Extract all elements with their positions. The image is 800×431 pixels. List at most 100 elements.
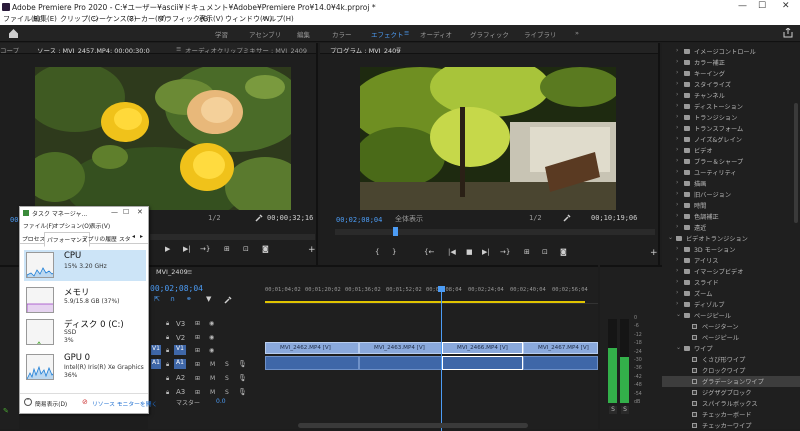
workspace-menu-icon[interactable]: ≡: [404, 29, 409, 37]
effect-item[interactable]: クロックワイプ: [662, 365, 800, 376]
source-add-button[interactable]: +: [308, 245, 316, 255]
home-icon[interactable]: [9, 29, 18, 38]
effects-folder[interactable]: › 時間: [662, 200, 800, 211]
tm-menu-options[interactable]: オプション(O): [53, 221, 91, 230]
sync-icon[interactable]: ⊞: [195, 320, 200, 327]
chevron-right-icon[interactable]: ›: [676, 212, 678, 219]
chevron-right-icon[interactable]: ›: [676, 80, 678, 87]
track-label-a2[interactable]: A2: [176, 374, 185, 382]
sync-icon[interactable]: ⊞: [195, 375, 200, 382]
microphone-icon[interactable]: 🎙︎: [238, 374, 247, 382]
program-scrubber[interactable]: [335, 227, 655, 236]
minimize-button[interactable]: —: [738, 1, 747, 11]
chevron-right-icon[interactable]: ›: [676, 47, 678, 54]
wrench-icon[interactable]: [255, 214, 263, 222]
perf-item-gpu[interactable]: GPU 0 Intel(R) Iris(R) Xe Graphics 36%: [24, 352, 146, 383]
sync-icon[interactable]: ⊞: [195, 347, 200, 354]
chevron-right-icon[interactable]: ›: [676, 278, 678, 285]
chevron-right-icon[interactable]: ›: [676, 256, 678, 263]
chevron-right-icon[interactable]: ›: [676, 201, 678, 208]
source-tab-menu-icon[interactable]: ≡: [176, 45, 181, 53]
workspace-more[interactable]: »: [575, 29, 579, 37]
marker-icon[interactable]: ▼: [206, 295, 211, 303]
effects-folder[interactable]: › チャンネル: [662, 90, 800, 101]
tm-tab-processes[interactable]: プロセス: [22, 234, 45, 243]
chevron-right-icon[interactable]: ›: [676, 113, 678, 120]
program-playhead[interactable]: [393, 227, 398, 236]
program-fit-select[interactable]: 全体表示: [395, 214, 423, 224]
workspace-graphics[interactable]: グラフィック: [470, 29, 509, 39]
chevron-right-icon[interactable]: ›: [676, 179, 678, 186]
effects-folder[interactable]: › イマーシブビデオ: [662, 266, 800, 277]
video-clip[interactable]: MVI_2462.MP4 [V]: [265, 342, 359, 354]
effects-folder[interactable]: › アイリス: [662, 255, 800, 266]
playhead-handle[interactable]: [438, 286, 445, 292]
chevron-right-icon[interactable]: ›: [676, 300, 678, 307]
program-timecode-left[interactable]: 00;02;08;04: [336, 216, 382, 224]
mute-button[interactable]: M: [210, 361, 215, 368]
video-clip[interactable]: MVI_2467.MP4 [V]: [523, 342, 598, 354]
menu-view[interactable]: 表示(V): [199, 14, 223, 24]
track-label-v2[interactable]: V2: [176, 334, 185, 342]
source-scrubber[interactable]: [150, 234, 315, 240]
chevron-right-icon[interactable]: ›: [676, 168, 678, 175]
chevron-right-icon[interactable]: ›: [676, 102, 678, 109]
track-label-a3[interactable]: A3: [176, 388, 185, 396]
effects-scrollbar[interactable]: [794, 103, 798, 223]
extract-button[interactable]: ⊡: [542, 248, 548, 256]
workspace-effects[interactable]: エフェクト: [371, 29, 404, 39]
open-resource-monitor-link[interactable]: リソース モニターを開く: [92, 399, 157, 408]
workspace-assembly[interactable]: アセンブリ: [249, 29, 281, 39]
effects-folder[interactable]: ⌄ ワイプ: [662, 343, 800, 354]
chevron-right-icon[interactable]: ›: [676, 58, 678, 65]
chevron-right-icon[interactable]: ›: [676, 146, 678, 153]
snap-icon[interactable]: ∩: [170, 295, 175, 303]
program-tab[interactable]: プログラム : MVI_2409: [330, 45, 400, 53]
effects-folder[interactable]: › ディストーション: [662, 101, 800, 112]
program-stop-button[interactable]: ■: [466, 248, 473, 256]
eye-icon[interactable]: ◉: [209, 320, 214, 327]
audio-clip[interactable]: [265, 356, 359, 370]
effects-folder[interactable]: › ノイズ&グレイン: [662, 134, 800, 145]
workspace-editing[interactable]: 編集: [297, 29, 310, 39]
effects-folder[interactable]: › ビデオ: [662, 145, 800, 156]
source-fit-select[interactable]: 1/2: [208, 214, 221, 222]
workspace-learning[interactable]: 学習: [215, 29, 228, 39]
tab-scroll-right-icon[interactable]: ▸: [140, 233, 143, 240]
menu-help[interactable]: ヘルプ(H): [262, 14, 294, 24]
lock-icon[interactable]: 🔒︎: [166, 347, 169, 355]
maximize-button[interactable]: ☐: [758, 1, 766, 11]
effects-folder[interactable]: › カラー補正: [662, 57, 800, 68]
effect-item[interactable]: スパイラルボックス: [662, 398, 800, 409]
effects-folder[interactable]: › 描画: [662, 178, 800, 189]
tm-minimize-button[interactable]: —: [111, 208, 118, 216]
tm-tab-startup[interactable]: スタ: [119, 234, 131, 243]
source-overwrite-button[interactable]: ⊡: [243, 245, 249, 253]
effects-folder[interactable]: › ブラー＆シャープ: [662, 156, 800, 167]
audio-clip-mixer-tab[interactable]: オーディオクリップミキサー : MVI_2409: [185, 45, 307, 53]
lock-icon[interactable]: 🔒︎: [166, 389, 169, 397]
tm-menu-view[interactable]: 表示(V): [90, 221, 110, 230]
lock-icon[interactable]: 🔒︎: [166, 320, 169, 328]
camera-icon[interactable]: ◙: [560, 248, 567, 256]
effects-folder[interactable]: › 色調補正: [662, 211, 800, 222]
source-tab[interactable]: ソース : MVI_2457.MP4: 00;00;30;0: [37, 45, 150, 53]
close-button[interactable]: ✕: [782, 1, 790, 11]
step-back-button[interactable]: |◀: [448, 248, 456, 256]
lock-icon[interactable]: 🔒︎: [166, 375, 169, 383]
timeline-tab[interactable]: MVI_2409: [156, 268, 188, 276]
audio-clip[interactable]: [442, 356, 523, 370]
linked-selection-icon[interactable]: ⚭: [186, 295, 192, 303]
effect-item[interactable]: くさび形ワイプ: [662, 354, 800, 365]
tm-tab-app-history[interactable]: アプリの履歴: [82, 234, 117, 243]
work-area-bar[interactable]: [265, 301, 585, 303]
timeline-horizontal-scrollbar[interactable]: [298, 423, 528, 428]
effects-folder[interactable]: › ディゾルブ: [662, 299, 800, 310]
chevron-right-icon[interactable]: ›: [676, 267, 678, 274]
effects-folder[interactable]: › スタイライズ: [662, 79, 800, 90]
effects-folder[interactable]: ⌄ ビデオトランジション: [662, 233, 800, 244]
wrench-icon[interactable]: [563, 214, 571, 222]
share-icon[interactable]: [783, 28, 793, 38]
chevron-right-icon[interactable]: ›: [676, 245, 678, 252]
camera-icon[interactable]: ◙: [262, 245, 269, 253]
